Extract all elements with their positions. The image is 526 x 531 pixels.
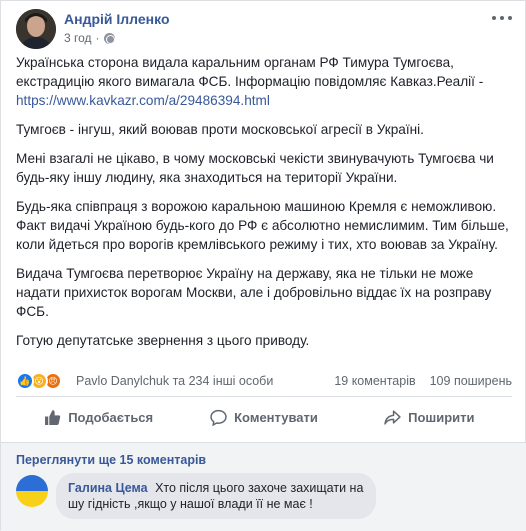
engagement-counts: 19 коментарів 109 поширень bbox=[334, 374, 512, 388]
more-options-icon[interactable] bbox=[492, 11, 512, 25]
post-paragraph-5: Видача Тумгоєва перетворює Україну на де… bbox=[16, 266, 492, 319]
share-icon bbox=[384, 409, 401, 425]
commenter-avatar[interactable] bbox=[16, 475, 48, 507]
view-more-comments-link[interactable]: Переглянути ще 15 коментарів bbox=[16, 453, 206, 467]
post-meta: 3 год · bbox=[64, 31, 115, 45]
separator-dot: · bbox=[95, 31, 100, 45]
post-link[interactable]: https://www.kavkazr.com/a/29486394.html bbox=[16, 93, 270, 108]
share-label: Поширити bbox=[408, 409, 475, 425]
commenter-name[interactable]: Галина Цема bbox=[68, 481, 148, 495]
reaction-icons[interactable]: 👍 😮 😠 bbox=[16, 372, 62, 390]
like-reaction-icon: 👍 bbox=[16, 372, 34, 390]
post-paragraph-4: Будь-яка співпраця з ворожою каральною м… bbox=[16, 199, 509, 252]
post-card: Андрій Ілленко 3 год · Українська сторон… bbox=[0, 0, 526, 531]
comment-count[interactable]: 19 коментарів bbox=[334, 374, 415, 388]
comment-label: Коментувати bbox=[234, 409, 318, 425]
post-header: Андрій Ілленко 3 год · bbox=[16, 9, 512, 49]
ukraine-flag-icon bbox=[16, 475, 48, 507]
like-button[interactable]: Подобається bbox=[16, 400, 181, 434]
globe-icon bbox=[103, 32, 115, 44]
comment-bubble: Галина Цема Хто після цього захоче захищ… bbox=[56, 473, 376, 519]
author-avatar[interactable] bbox=[16, 9, 56, 49]
post-paragraph-3: Мені взагалі не цікаво, в чому московськ… bbox=[16, 151, 494, 185]
comments-section: Переглянути ще 15 коментарів Галина Цема… bbox=[1, 442, 526, 531]
stats-divider bbox=[16, 396, 512, 397]
author-name[interactable]: Андрій Ілленко bbox=[64, 11, 170, 27]
post-stats: 👍 😮 😠 Pavlo Danylchuk та 234 інші особи … bbox=[16, 372, 512, 390]
post-body: Українська сторона видала каральним орга… bbox=[16, 53, 512, 360]
author-photo bbox=[16, 9, 56, 49]
post-time[interactable]: 3 год bbox=[64, 31, 92, 45]
action-bar: Подобається Коментувати Поширити bbox=[16, 400, 512, 434]
comment-icon bbox=[210, 409, 227, 426]
reaction-summary[interactable]: Pavlo Danylchuk та 234 інші особи bbox=[76, 374, 273, 388]
share-count[interactable]: 109 поширень bbox=[430, 374, 512, 388]
post-paragraph-1: Українська сторона видала каральним орга… bbox=[16, 55, 484, 108]
share-button[interactable]: Поширити bbox=[347, 400, 512, 434]
comment-button[interactable]: Коментувати bbox=[181, 400, 346, 434]
like-label: Подобається bbox=[68, 409, 154, 425]
post-paragraph-2: Тумгоєв - інгуш, який воював проти моско… bbox=[16, 122, 424, 137]
post-paragraph-6: Готую депутатське звернення з цього прив… bbox=[16, 333, 310, 348]
thumbs-up-icon bbox=[45, 409, 61, 425]
